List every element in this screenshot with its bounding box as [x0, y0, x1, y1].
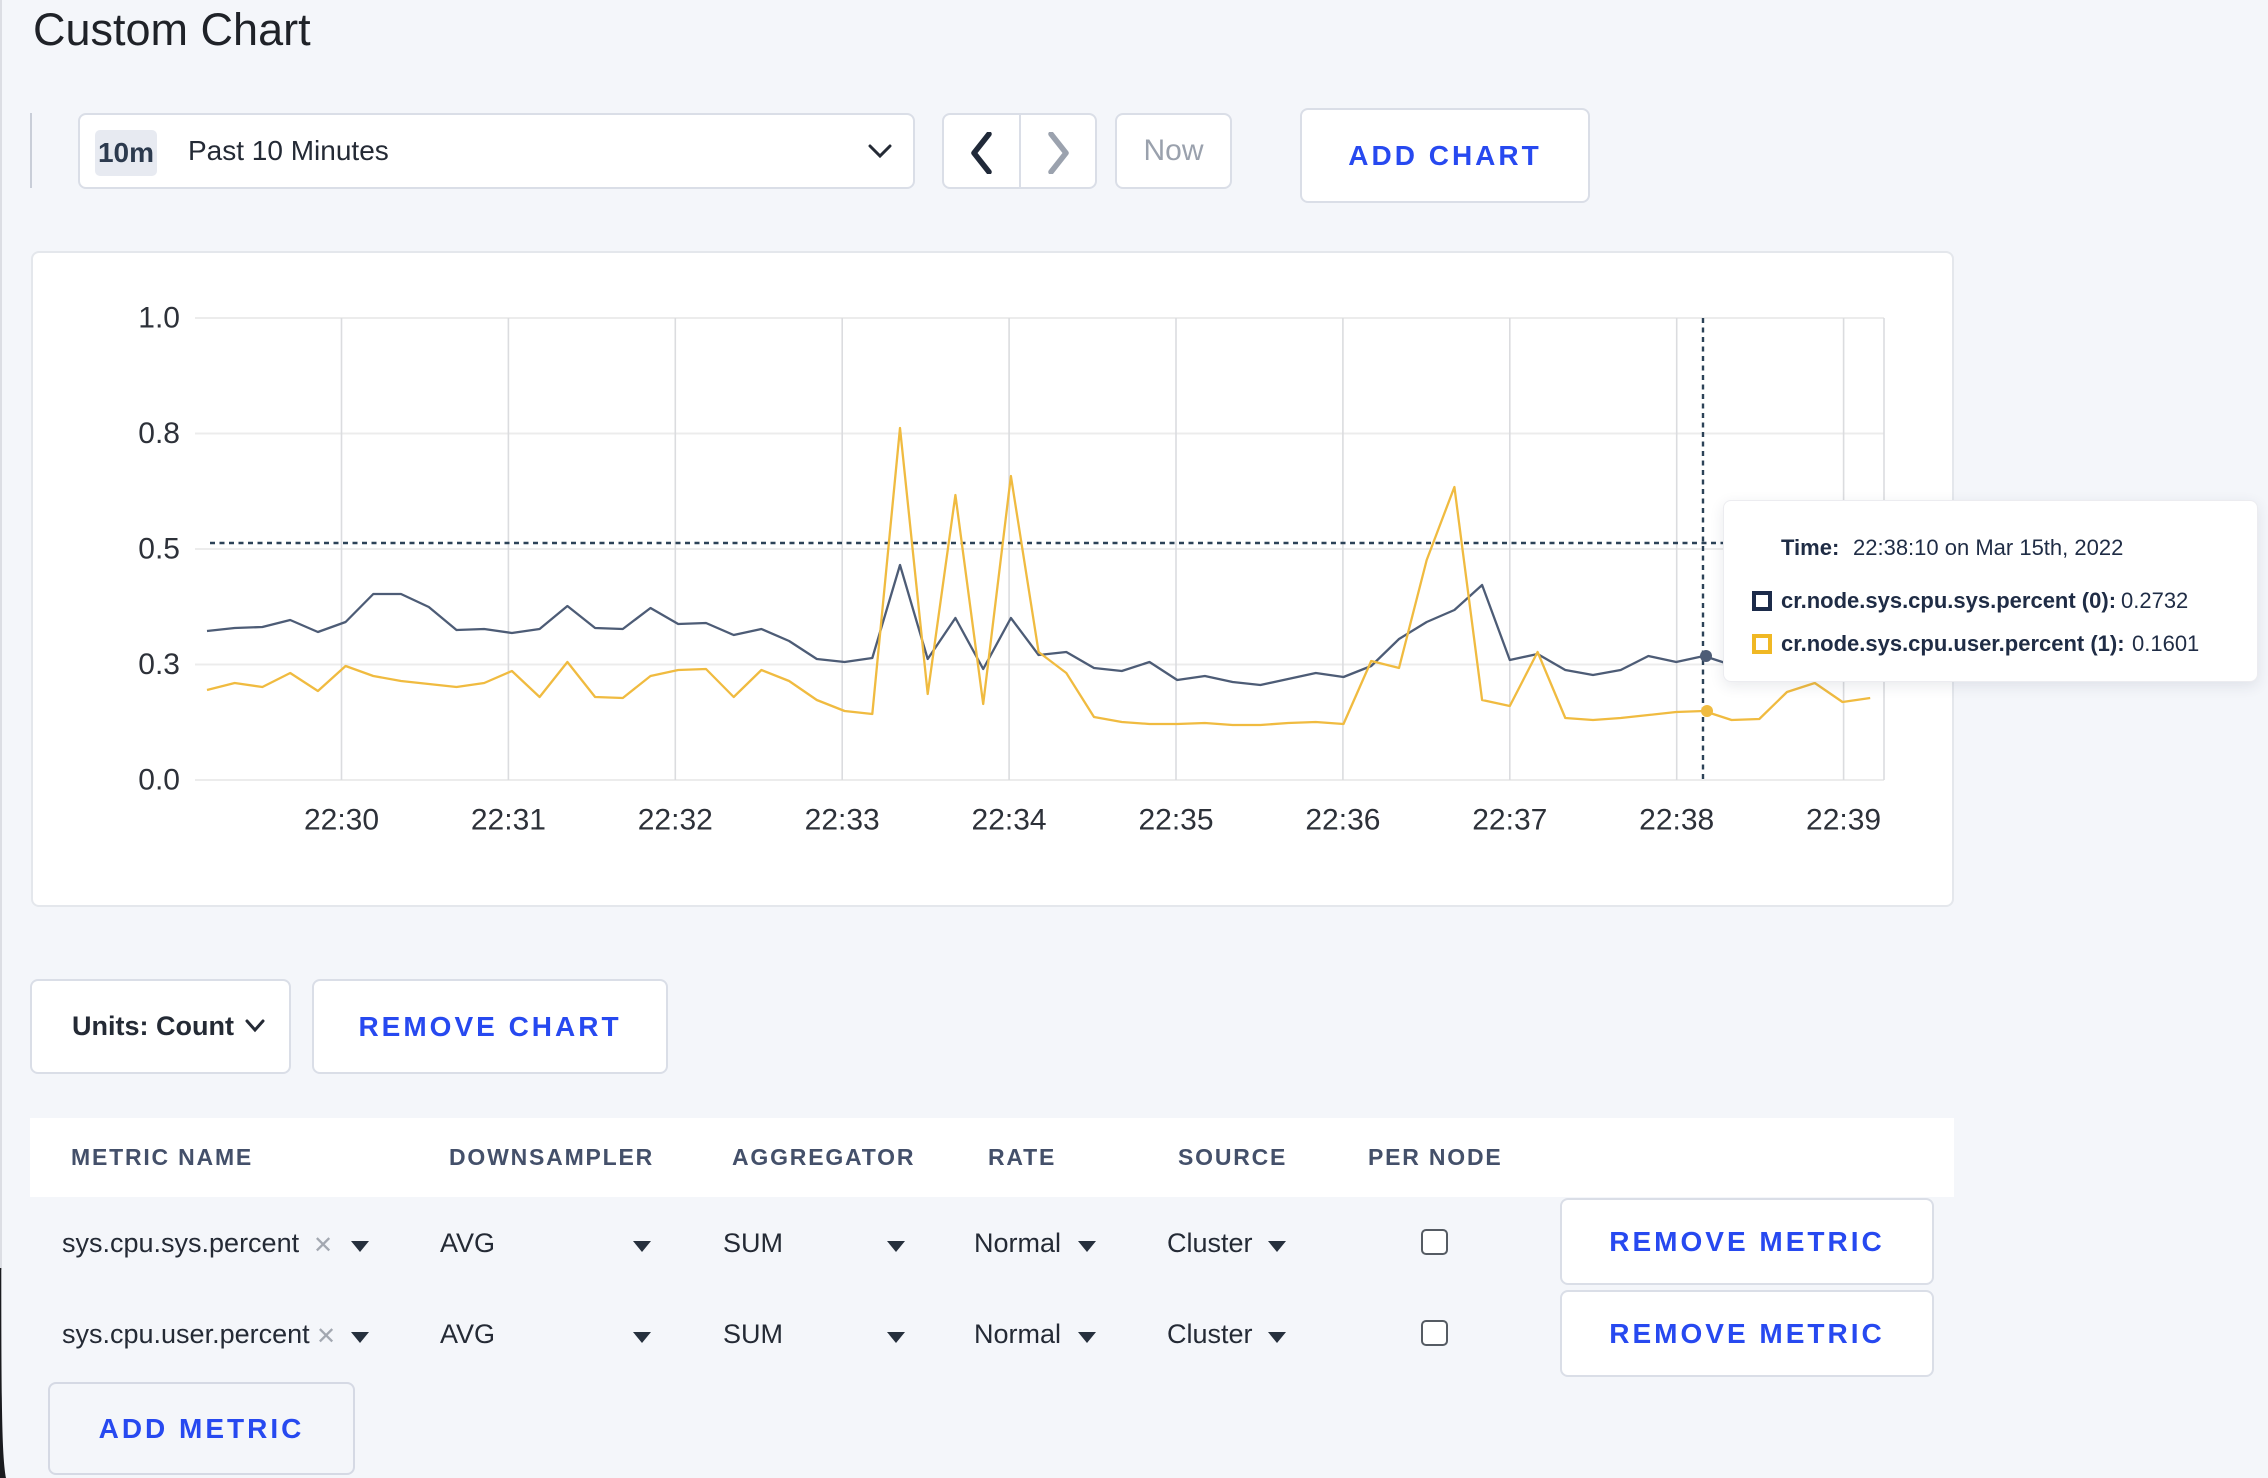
svg-text:22:35: 22:35 [1138, 804, 1213, 837]
svg-text:0.3: 0.3 [138, 648, 180, 681]
svg-text:22:38: 22:38 [1639, 804, 1714, 837]
svg-text:22:31: 22:31 [471, 804, 546, 837]
svg-text:22:37: 22:37 [1472, 804, 1547, 837]
svg-text:22:30: 22:30 [304, 804, 379, 837]
svg-text:0.5: 0.5 [138, 533, 180, 566]
svg-text:22:39: 22:39 [1806, 804, 1881, 837]
svg-text:0.0: 0.0 [138, 764, 180, 797]
svg-text:22:36: 22:36 [1305, 804, 1380, 837]
svg-text:22:33: 22:33 [805, 804, 880, 837]
svg-text:22:34: 22:34 [972, 804, 1047, 837]
svg-text:1.0: 1.0 [138, 302, 180, 335]
svg-text:22:32: 22:32 [638, 804, 713, 837]
svg-text:0.8: 0.8 [138, 417, 180, 450]
